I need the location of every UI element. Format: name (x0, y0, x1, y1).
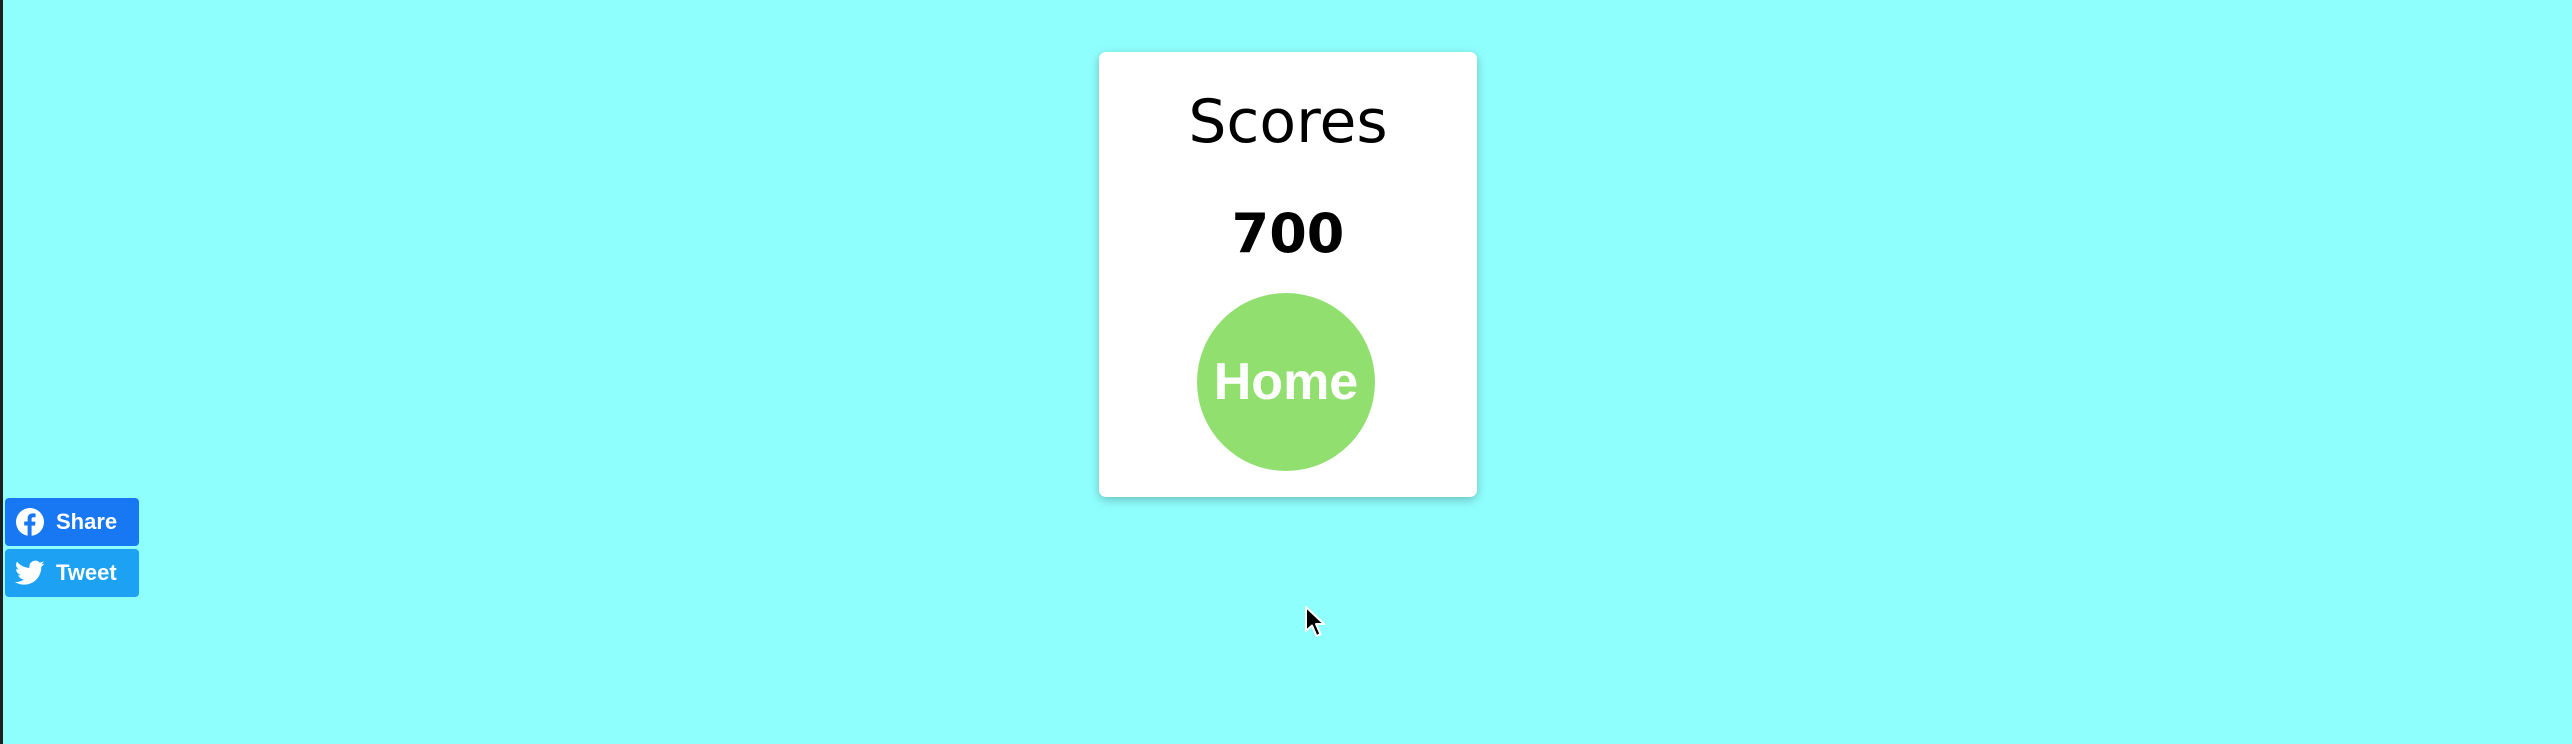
facebook-share-button[interactable]: Share (5, 498, 139, 546)
twitter-icon (15, 558, 45, 588)
scores-title: Scores (1188, 87, 1388, 157)
mouse-pointer-icon (1304, 605, 1326, 639)
twitter-tweet-label: Tweet (56, 560, 117, 585)
game-screen: Scores 700 Home Share Tweet (0, 0, 2572, 744)
score-card: Scores 700 Home (1099, 52, 1477, 497)
home-button-label: Home (1213, 353, 1359, 411)
score-value: 700 (1231, 202, 1345, 265)
twitter-tweet-button[interactable]: Tweet (5, 549, 139, 597)
window-edge (0, 0, 3, 744)
facebook-icon (15, 507, 45, 537)
facebook-share-label: Share (56, 509, 118, 534)
home-button[interactable]: Home (1197, 293, 1375, 471)
